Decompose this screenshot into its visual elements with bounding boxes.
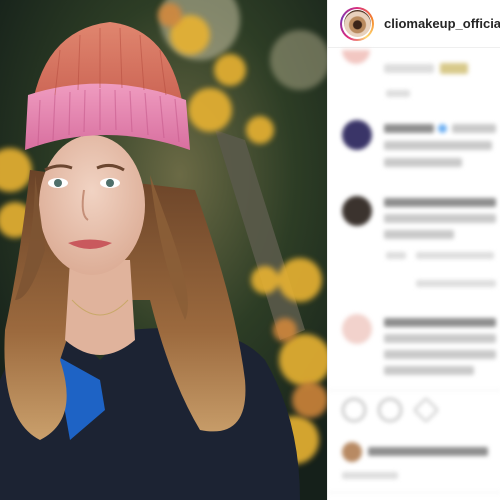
comment-username <box>384 198 496 207</box>
comment-meta <box>386 90 410 97</box>
comment-meta <box>386 252 406 259</box>
avatar-inner <box>342 8 372 39</box>
divider <box>328 492 500 493</box>
comment-avatar[interactable] <box>342 120 372 150</box>
comment-avatar[interactable] <box>342 50 370 64</box>
comment-text <box>384 214 496 223</box>
view-replies[interactable] <box>416 280 496 287</box>
comment-username <box>384 124 434 133</box>
post-header: cliomakeup_official ✓ <box>328 0 500 48</box>
profile-avatar[interactable] <box>340 6 374 41</box>
comment-text <box>384 350 496 359</box>
liker-avatar[interactable] <box>342 442 362 462</box>
likes-text[interactable] <box>368 447 488 456</box>
comment-text <box>384 64 434 73</box>
divider <box>328 390 500 391</box>
comment-text <box>384 334 496 343</box>
comment-emoji <box>440 63 468 74</box>
post-photo[interactable] <box>0 0 327 500</box>
comment-text <box>452 124 496 133</box>
comment-avatar[interactable] <box>342 314 372 344</box>
post-date <box>342 472 398 479</box>
comment-text <box>384 141 492 150</box>
comments-list <box>328 48 500 500</box>
share-icon[interactable] <box>413 397 439 423</box>
comment-text <box>384 158 462 167</box>
photo-illustration <box>0 0 327 500</box>
post-side-panel: cliomakeup_official ✓ <box>327 0 500 500</box>
comment-icon[interactable] <box>378 398 402 422</box>
comment-verified <box>438 124 447 133</box>
avatar-image <box>343 10 371 37</box>
comment-reply <box>416 252 494 259</box>
heart-icon[interactable] <box>342 398 366 422</box>
comment-username <box>384 318 496 327</box>
username-link[interactable]: cliomakeup_official <box>384 16 500 31</box>
comment-text <box>384 230 454 239</box>
comment-text <box>384 366 474 375</box>
comment-avatar[interactable] <box>342 196 372 226</box>
